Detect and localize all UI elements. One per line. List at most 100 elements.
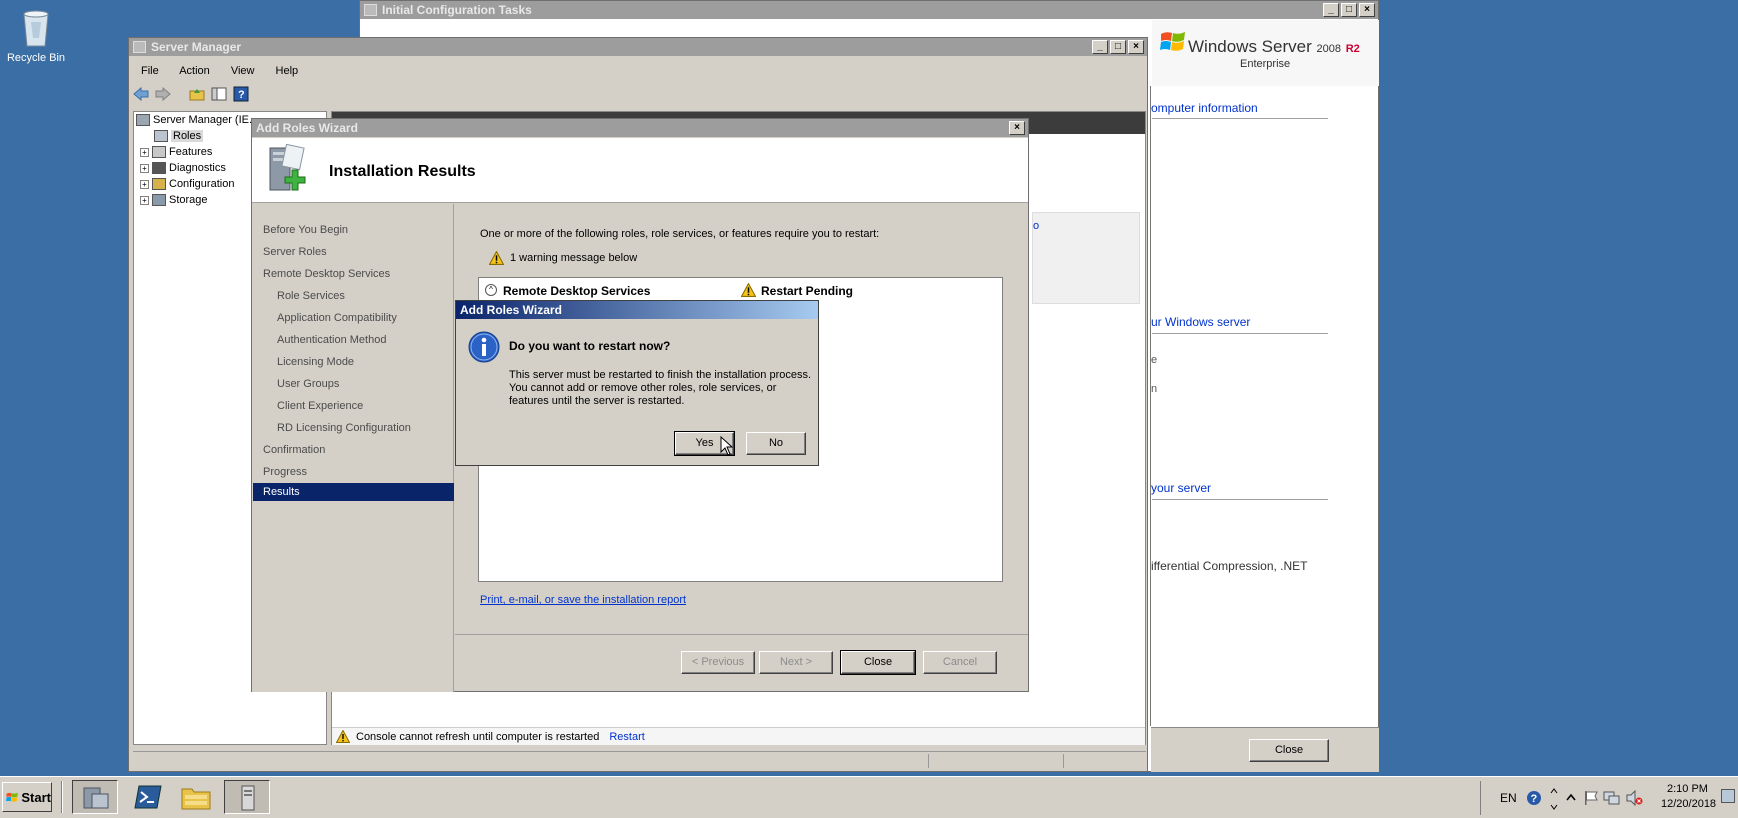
restart-link[interactable]: Restart (609, 731, 644, 743)
close-window-button[interactable]: × (1009, 121, 1025, 135)
maximize-button[interactable]: □ (1341, 3, 1357, 17)
nav-authentication-method[interactable]: Authentication Method (277, 334, 386, 346)
nav-before-you-begin[interactable]: Before You Begin (263, 224, 348, 236)
initial-config-close-button[interactable]: Close (1249, 739, 1329, 762)
tray-expand-icon[interactable] (1549, 785, 1559, 811)
console-warning-text: Console cannot refresh until computer is… (356, 730, 600, 743)
brand-banner: Windows Server 2008 R2 Enterprise (1152, 20, 1379, 86)
partial-o[interactable]: o (1033, 220, 1039, 232)
tree-item-configuration[interactable]: + Configuration (140, 178, 234, 190)
tree-root[interactable]: Server Manager (IE... (136, 114, 258, 126)
toolbar: ? (133, 84, 249, 104)
server-manager-title: Server Manager (151, 40, 242, 54)
menu-help[interactable]: Help (276, 65, 299, 77)
server-icon (136, 114, 150, 126)
close-window-button[interactable]: × (1359, 3, 1375, 17)
console-status-bar: Console cannot refresh until computer is… (332, 727, 1145, 745)
wizard-app-icon (241, 785, 255, 811)
nav-client-experience[interactable]: Client Experience (277, 400, 363, 412)
next-button[interactable]: Next > (759, 651, 833, 674)
nav-results[interactable]: Results (263, 486, 300, 498)
restart-message: This server must be restarted to finish … (509, 369, 812, 407)
action-center-flag-icon[interactable] (1583, 790, 1599, 806)
back-arrow-icon[interactable] (133, 87, 149, 101)
warning-icon (489, 251, 504, 265)
start-button[interactable]: Start (2, 782, 52, 812)
nav-server-roles[interactable]: Server Roles (263, 246, 327, 258)
tree-item-diagnostics[interactable]: + Diagnostics (140, 162, 226, 174)
report-link[interactable]: Print, e-mail, or save the installation … (480, 594, 686, 606)
powershell-icon (134, 785, 162, 809)
warning-count-text: 1 warning message below (510, 252, 638, 264)
clock-time[interactable]: 2:10 PM (1667, 783, 1708, 795)
tree-item-storage[interactable]: + Storage (140, 194, 208, 206)
network-icon[interactable] (1603, 790, 1621, 806)
show-desktop-button[interactable] (1721, 789, 1735, 803)
initial-config-title: Initial Configuration Tasks (382, 3, 532, 17)
taskbar-server-manager[interactable] (72, 780, 118, 814)
nav-application-compatibility[interactable]: Application Compatibility (277, 312, 397, 324)
show-hide-tree-icon[interactable] (211, 87, 227, 101)
expand-icon[interactable]: + (140, 147, 149, 157)
tree-item-roles[interactable]: Roles (154, 130, 204, 142)
wizard-button-separator (455, 634, 1028, 635)
partial-text-1[interactable]: omputer information (1151, 101, 1258, 115)
previous-button[interactable]: < Previous (681, 651, 755, 674)
nav-user-groups[interactable]: User Groups (277, 378, 339, 390)
restart-dialog: Add Roles Wizard Do you want to restart … (455, 300, 819, 466)
clock-date[interactable]: 12/20/2018 (1661, 798, 1716, 810)
minimize-button[interactable]: _ (1323, 3, 1339, 17)
configuration-icon (152, 178, 166, 190)
wizard-intro-text: One or more of the following roles, role… (480, 228, 880, 240)
wizard-close-button[interactable]: Close (840, 650, 916, 675)
minimize-button[interactable]: _ (1092, 40, 1108, 54)
partial-text-3: e (1151, 354, 1158, 366)
nav-rd-licensing-configuration[interactable]: RD Licensing Configuration (277, 422, 411, 434)
expand-icon[interactable]: + (140, 195, 149, 205)
taskbar-wizard[interactable] (224, 780, 270, 814)
partial-text-5[interactable]: your server (1151, 481, 1211, 495)
warning-summary: 1 warning message below (489, 251, 637, 265)
recycle-bin-icon (23, 10, 49, 47)
menu-view[interactable]: View (231, 65, 255, 77)
expand-icon[interactable]: + (140, 179, 149, 189)
diagnostics-icon (152, 162, 166, 174)
content-panel: o (1032, 212, 1140, 304)
wizard-title: Add Roles Wizard (256, 121, 358, 135)
tree-item-label: Diagnostics (169, 162, 226, 174)
cancel-button[interactable]: Cancel (923, 651, 997, 674)
collapse-icon[interactable]: ^ (485, 284, 497, 296)
recycle-bin[interactable]: Recycle Bin (6, 4, 66, 66)
tree-item-label: Features (169, 146, 213, 158)
taskbar: Start EN ? 2:10 PM 12/20/2018 (0, 776, 1738, 818)
windows-logo-icon (6, 792, 18, 802)
help-circle-icon[interactable]: ? (1526, 790, 1542, 806)
initial-config-titlebar: Initial Configuration Tasks _ □ × (360, 1, 1378, 19)
language-indicator[interactable]: EN (1500, 791, 1517, 805)
up-folder-icon[interactable] (189, 87, 205, 101)
storage-icon (152, 194, 166, 206)
tree-item-features[interactable]: + Features (140, 146, 212, 158)
show-hidden-icons-icon[interactable] (1565, 791, 1577, 805)
menu-action[interactable]: Action (179, 65, 210, 77)
wizard-heading: Installation Results (329, 163, 476, 180)
taskbar-explorer[interactable] (176, 780, 216, 814)
tree-item-label: Roles (171, 130, 204, 142)
nav-remote-desktop-services[interactable]: Remote Desktop Services (263, 268, 390, 280)
close-window-button[interactable]: × (1128, 40, 1144, 54)
nav-confirmation[interactable]: Confirmation (263, 444, 325, 456)
expand-icon[interactable]: + (140, 163, 149, 173)
volume-muted-icon[interactable] (1625, 790, 1643, 806)
nav-licensing-mode[interactable]: Licensing Mode (277, 356, 354, 368)
server-manager-icon (83, 787, 109, 809)
partial-text-2[interactable]: ur Windows server (1151, 315, 1250, 329)
brand-version: 2008 (1316, 43, 1341, 55)
no-button[interactable]: No (746, 432, 806, 455)
taskbar-powershell[interactable] (128, 780, 168, 814)
menu-file[interactable]: File (141, 65, 159, 77)
nav-progress[interactable]: Progress (263, 466, 307, 478)
help-icon[interactable]: ? (233, 86, 249, 102)
forward-arrow-icon[interactable] (155, 87, 171, 101)
maximize-button[interactable]: □ (1110, 40, 1126, 54)
nav-role-services[interactable]: Role Services (277, 290, 345, 302)
